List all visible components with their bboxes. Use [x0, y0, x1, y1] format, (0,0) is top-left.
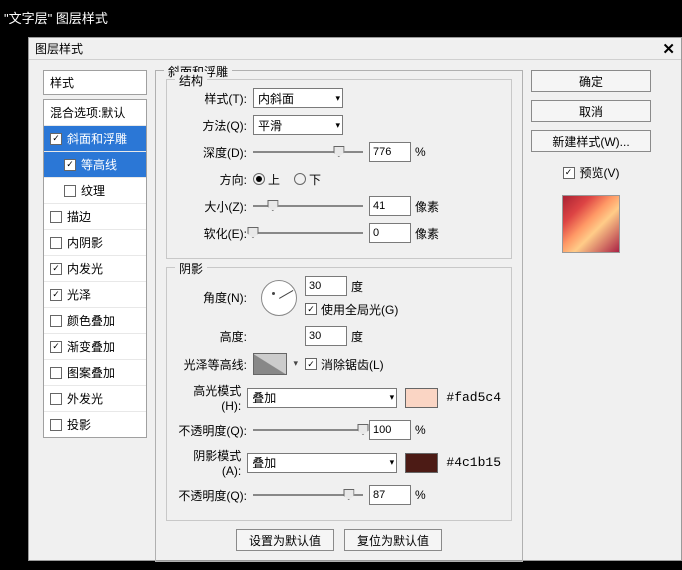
gloss-contour-label: 光泽等高线: — [177, 356, 247, 373]
structure-legend: 结构 — [175, 72, 207, 89]
technique-select[interactable]: 平滑 — [253, 115, 343, 135]
highlight-opacity-input[interactable]: 100 — [369, 420, 411, 440]
depth-slider[interactable] — [253, 151, 363, 153]
checkbox-icon[interactable] — [50, 341, 62, 353]
global-light-checkbox[interactable] — [305, 303, 317, 315]
shadow-opacity-input[interactable]: 87 — [369, 485, 411, 505]
highlight-mode-select[interactable]: 叠加 — [247, 388, 397, 408]
unit-deg: 度 — [351, 328, 363, 345]
reset-default-button[interactable]: 复位为默认值 — [344, 529, 442, 551]
drop-shadow-item[interactable]: 投影 — [44, 412, 146, 437]
depth-input[interactable]: 776 — [369, 142, 411, 162]
satin-item[interactable]: 光泽 — [44, 282, 146, 308]
depth-label: 深度(D): — [177, 144, 247, 161]
contour-item[interactable]: 等高线 — [44, 152, 146, 178]
checkbox-icon[interactable] — [50, 315, 62, 327]
shadow-mode-label: 阴影模式(A): — [177, 447, 241, 478]
angle-widget[interactable] — [261, 280, 297, 316]
inner-glow-item[interactable]: 内发光 — [44, 256, 146, 282]
highlight-hex: #fad5c4 — [446, 390, 501, 405]
altitude-input[interactable]: 30 — [305, 326, 347, 346]
preview-checkbox[interactable] — [563, 167, 575, 179]
style-label: 样式(T): — [177, 90, 247, 107]
checkbox-icon[interactable] — [50, 289, 62, 301]
dialog-title: 图层样式 — [35, 40, 83, 57]
highlight-color-swatch[interactable] — [405, 388, 438, 408]
shadow-opacity-label: 不透明度(Q): — [177, 487, 247, 504]
unit-px: 像素 — [415, 198, 439, 215]
color-overlay-item[interactable]: 颜色叠加 — [44, 308, 146, 334]
size-input[interactable]: 41 — [369, 196, 411, 216]
style-select[interactable]: 内斜面 — [253, 88, 343, 108]
checkbox-icon[interactable] — [50, 133, 62, 145]
soften-label: 软化(E): — [177, 225, 247, 242]
technique-label: 方法(Q): — [177, 117, 247, 134]
ok-button[interactable]: 确定 — [531, 70, 651, 92]
stroke-item[interactable]: 描边 — [44, 204, 146, 230]
unit-percent: % — [415, 423, 426, 437]
bevel-emboss-item[interactable]: 斜面和浮雕 — [44, 126, 146, 152]
dialog-titlebar: 图层样式 ✕ — [29, 38, 681, 60]
outer-glow-item[interactable]: 外发光 — [44, 386, 146, 412]
checkbox-icon[interactable] — [64, 159, 76, 171]
antialias-checkbox[interactable] — [305, 358, 317, 370]
direction-up-label: 上 — [268, 171, 280, 188]
checkbox-icon[interactable] — [50, 393, 62, 405]
pattern-overlay-item[interactable]: 图案叠加 — [44, 360, 146, 386]
gloss-contour-picker[interactable] — [253, 353, 287, 375]
checkbox-icon[interactable] — [50, 211, 62, 223]
make-default-button[interactable]: 设置为默认值 — [236, 529, 334, 551]
shadow-color-swatch[interactable] — [405, 453, 438, 473]
gradient-overlay-item[interactable]: 渐变叠加 — [44, 334, 146, 360]
global-light-label: 使用全局光(G) — [321, 301, 398, 318]
unit-percent: % — [415, 488, 426, 502]
texture-item[interactable]: 纹理 — [44, 178, 146, 204]
antialias-label: 消除锯齿(L) — [321, 356, 384, 373]
direction-down-label: 下 — [309, 171, 321, 188]
highlight-opacity-slider[interactable] — [253, 429, 363, 431]
blend-options-item[interactable]: 混合选项:默认 — [44, 100, 146, 126]
checkbox-icon[interactable] — [50, 367, 62, 379]
new-style-button[interactable]: 新建样式(W)... — [531, 130, 651, 152]
size-slider[interactable] — [253, 205, 363, 207]
checkbox-icon[interactable] — [50, 263, 62, 275]
highlight-mode-label: 高光模式(H): — [177, 382, 241, 413]
checkbox-icon[interactable] — [50, 237, 62, 249]
settings-panel: 斜面和浮雕 结构 样式(T): 内斜面 方法(Q): 平滑 深度(D): 776 — [155, 70, 523, 570]
angle-label: 角度(N): — [177, 289, 247, 306]
soften-input[interactable]: 0 — [369, 223, 411, 243]
direction-up-radio[interactable] — [253, 173, 265, 185]
inner-shadow-item[interactable]: 内阴影 — [44, 230, 146, 256]
cancel-button[interactable]: 取消 — [531, 100, 651, 122]
styles-list: 样式 混合选项:默认 斜面和浮雕 等高线 纹理 描边 内阴影 内发光 光泽 颜色… — [43, 70, 147, 438]
unit-deg: 度 — [351, 278, 363, 295]
styles-header[interactable]: 样式 — [43, 70, 147, 95]
altitude-label: 高度: — [177, 328, 247, 345]
size-label: 大小(Z): — [177, 198, 247, 215]
unit-percent: % — [415, 145, 426, 159]
checkbox-icon[interactable] — [50, 419, 62, 431]
layer-style-dialog: 图层样式 ✕ 样式 混合选项:默认 斜面和浮雕 等高线 纹理 描边 内阴影 内发… — [28, 37, 682, 561]
close-icon[interactable]: ✕ — [662, 40, 675, 58]
preview-label: 预览(V) — [580, 164, 620, 181]
right-buttons: 确定 取消 新建样式(W)... 预览(V) — [531, 70, 651, 253]
unit-px: 像素 — [415, 225, 439, 242]
shadow-mode-select[interactable]: 叠加 — [247, 453, 397, 473]
preview-thumbnail — [562, 195, 620, 253]
parent-window-title: "文字层" 图层样式 — [0, 0, 682, 35]
direction-label: 方向: — [177, 171, 247, 188]
shading-legend: 阴影 — [175, 260, 207, 277]
shadow-hex: #4c1b15 — [446, 455, 501, 470]
soften-slider[interactable] — [253, 232, 363, 234]
checkbox-icon[interactable] — [64, 185, 76, 197]
angle-input[interactable]: 30 — [305, 276, 347, 296]
highlight-opacity-label: 不透明度(Q): — [177, 422, 247, 439]
direction-down-radio[interactable] — [294, 173, 306, 185]
shadow-opacity-slider[interactable] — [253, 494, 363, 496]
